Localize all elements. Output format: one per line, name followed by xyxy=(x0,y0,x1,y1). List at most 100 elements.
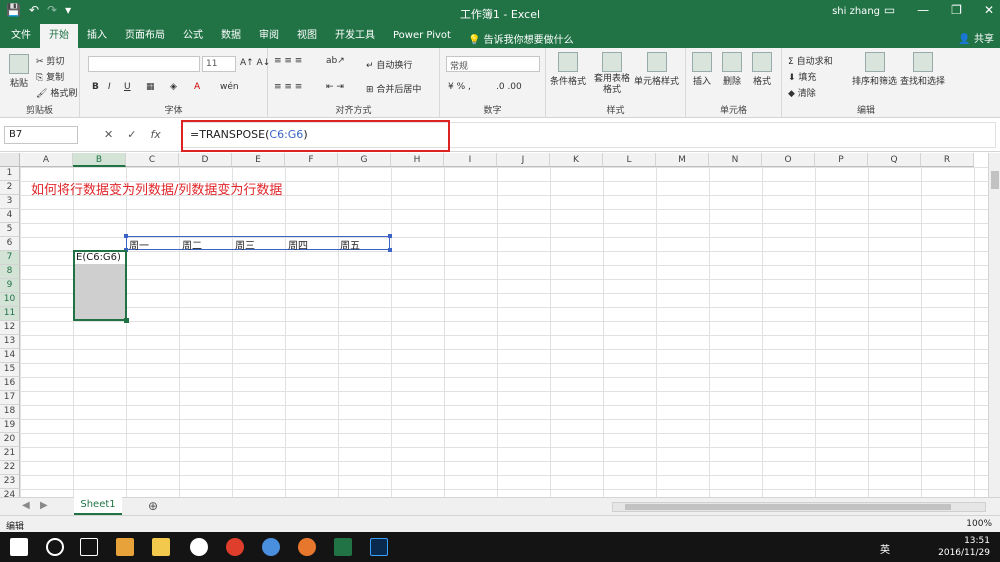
column-header-a[interactable]: A xyxy=(20,153,73,167)
column-header-d[interactable]: D xyxy=(179,153,232,167)
column-header-o[interactable]: O xyxy=(762,153,815,167)
chrome-icon[interactable] xyxy=(262,538,280,556)
font-color-icon[interactable]: A xyxy=(194,82,200,92)
format-as-table-button[interactable]: 套用表格格式 xyxy=(592,52,632,96)
row-header-16[interactable]: 16 xyxy=(0,377,20,391)
border-icon[interactable]: ▦ xyxy=(146,82,155,92)
currency-icon[interactable]: ¥ % , xyxy=(448,82,471,92)
formula-text[interactable]: =TRANSPOSE(C6:G6) xyxy=(190,128,308,141)
cell-b7-editing[interactable]: E(C6:G6) xyxy=(76,252,121,263)
row-header-12[interactable]: 12 xyxy=(0,321,20,335)
qq-icon[interactable] xyxy=(190,538,208,556)
fill-button[interactable]: ⬇ 填充 xyxy=(788,70,816,83)
row-header-6[interactable]: 6 xyxy=(0,237,20,251)
font-name-select[interactable] xyxy=(88,56,200,72)
zoom-level[interactable]: 100% xyxy=(966,519,992,529)
column-header-b[interactable]: B xyxy=(73,153,126,167)
task-view-icon[interactable] xyxy=(80,538,98,556)
column-header-m[interactable]: M xyxy=(656,153,709,167)
row-header-14[interactable]: 14 xyxy=(0,349,20,363)
row-header-5[interactable]: 5 xyxy=(0,223,20,237)
tab-home[interactable]: 开始 xyxy=(40,24,78,48)
tab-file[interactable]: 文件 xyxy=(2,24,40,48)
column-header-g[interactable]: G xyxy=(338,153,391,167)
tab-page-layout[interactable]: 页面布局 xyxy=(116,24,174,48)
align-left-icon[interactable]: ≡ ≡ ≡ xyxy=(274,82,302,92)
bold-button[interactable]: B xyxy=(92,82,99,92)
share-button[interactable]: 👤 共享 xyxy=(958,30,994,45)
row-header-7[interactable]: 7 xyxy=(0,251,20,265)
input-language[interactable]: 英 xyxy=(880,541,890,556)
cell-styles-button[interactable]: 单元格样式 xyxy=(634,52,679,87)
enter-icon[interactable]: ✓ xyxy=(127,128,136,141)
column-header-h[interactable]: H xyxy=(391,153,444,167)
cancel-icon[interactable]: ✕ xyxy=(104,128,113,141)
column-header-c[interactable]: C xyxy=(126,153,179,167)
tab-insert[interactable]: 插入 xyxy=(78,24,116,48)
row-header-8[interactable]: 8 xyxy=(0,265,20,279)
column-header-i[interactable]: I xyxy=(444,153,497,167)
tab-view[interactable]: 视图 xyxy=(288,24,326,48)
column-header-n[interactable]: N xyxy=(709,153,762,167)
file-explorer-icon[interactable] xyxy=(152,538,170,556)
orientation-icon[interactable]: ab↗ xyxy=(326,56,345,66)
decimal-icon[interactable]: .0 .00 xyxy=(496,82,522,92)
netease-music-icon[interactable] xyxy=(226,538,244,556)
column-header-p[interactable]: P xyxy=(815,153,868,167)
delete-cells-button[interactable]: 删除 xyxy=(722,52,742,87)
vertical-scroll-thumb[interactable] xyxy=(991,171,999,189)
worksheet-grid[interactable]: A B C D E F G H I J K L M N O P Q R 1 2 3 4 5 6 7 8 9 10 11 12 13 14 15 1… xyxy=(0,153,988,497)
column-header-r[interactable]: R xyxy=(921,153,974,167)
phonetic-icon[interactable]: wén xyxy=(220,82,239,92)
add-sheet-icon[interactable]: ⊕ xyxy=(148,499,158,513)
column-header-j[interactable]: J xyxy=(497,153,550,167)
fill-color-icon[interactable]: ◈ xyxy=(170,82,177,92)
minimize-icon[interactable]: — xyxy=(917,3,929,17)
merge-center-button[interactable]: ⊞ 合并后居中 xyxy=(366,82,421,95)
select-all-corner[interactable] xyxy=(0,153,20,167)
insert-cells-button[interactable]: 插入 xyxy=(692,52,712,87)
column-header-l[interactable]: L xyxy=(603,153,656,167)
conditional-format-button[interactable]: 条件格式 xyxy=(550,52,586,87)
name-box[interactable]: B7 xyxy=(4,126,78,144)
ribbon-display-icon[interactable]: ▭ xyxy=(884,3,895,17)
row-header-10[interactable]: 10 xyxy=(0,293,20,307)
firefox-icon[interactable] xyxy=(298,538,316,556)
align-top-icon[interactable]: ≡ ≡ ≡ xyxy=(274,56,302,66)
format-painter-button[interactable]: 🖌 格式刷 xyxy=(36,86,77,99)
column-header-e[interactable]: E xyxy=(232,153,285,167)
column-header-q[interactable]: Q xyxy=(868,153,921,167)
autosum-button[interactable]: Σ 自动求和 xyxy=(788,54,833,67)
row-header-24[interactable]: 24 xyxy=(0,489,20,497)
tab-developer[interactable]: 开发工具 xyxy=(326,24,384,48)
row-header-11[interactable]: 11 xyxy=(0,307,20,321)
sheet-tab-sheet1[interactable]: Sheet1 xyxy=(74,497,122,515)
system-clock[interactable]: 13:51 2016/11/29 xyxy=(938,535,990,559)
windows-start-icon[interactable] xyxy=(10,538,28,556)
tab-formulas[interactable]: 公式 xyxy=(174,24,212,48)
paste-button[interactable]: 粘贴 xyxy=(6,54,32,89)
tab-data[interactable]: 数据 xyxy=(212,24,250,48)
prev-sheet-icon[interactable]: ◀ xyxy=(22,500,30,511)
number-format-select[interactable]: 常规 xyxy=(446,56,540,72)
row-header-9[interactable]: 9 xyxy=(0,279,20,293)
user-name[interactable]: shi zhang xyxy=(832,6,880,17)
restore-icon[interactable]: ❐ xyxy=(951,3,962,17)
row-header-2[interactable]: 2 xyxy=(0,181,20,195)
row-header-17[interactable]: 17 xyxy=(0,391,20,405)
row-header-22[interactable]: 22 xyxy=(0,461,20,475)
row-header-3[interactable]: 3 xyxy=(0,195,20,209)
row-header-15[interactable]: 15 xyxy=(0,363,20,377)
tell-me-box[interactable]: 💡 告诉我你想要做什么 xyxy=(468,31,574,46)
cut-button[interactable]: ✂ 剪切 xyxy=(36,54,64,67)
close-icon[interactable]: ✕ xyxy=(984,3,994,17)
format-cells-button[interactable]: 格式 xyxy=(752,52,772,87)
column-header-f[interactable]: F xyxy=(285,153,338,167)
row-header-19[interactable]: 19 xyxy=(0,419,20,433)
app-icon[interactable] xyxy=(116,538,134,556)
tab-review[interactable]: 审阅 xyxy=(250,24,288,48)
horizontal-scroll-thumb[interactable] xyxy=(625,504,951,510)
wrap-text-button[interactable]: ↵ 自动换行 xyxy=(366,58,412,71)
row-header-18[interactable]: 18 xyxy=(0,405,20,419)
tab-power-pivot[interactable]: Power Pivot xyxy=(384,24,460,48)
